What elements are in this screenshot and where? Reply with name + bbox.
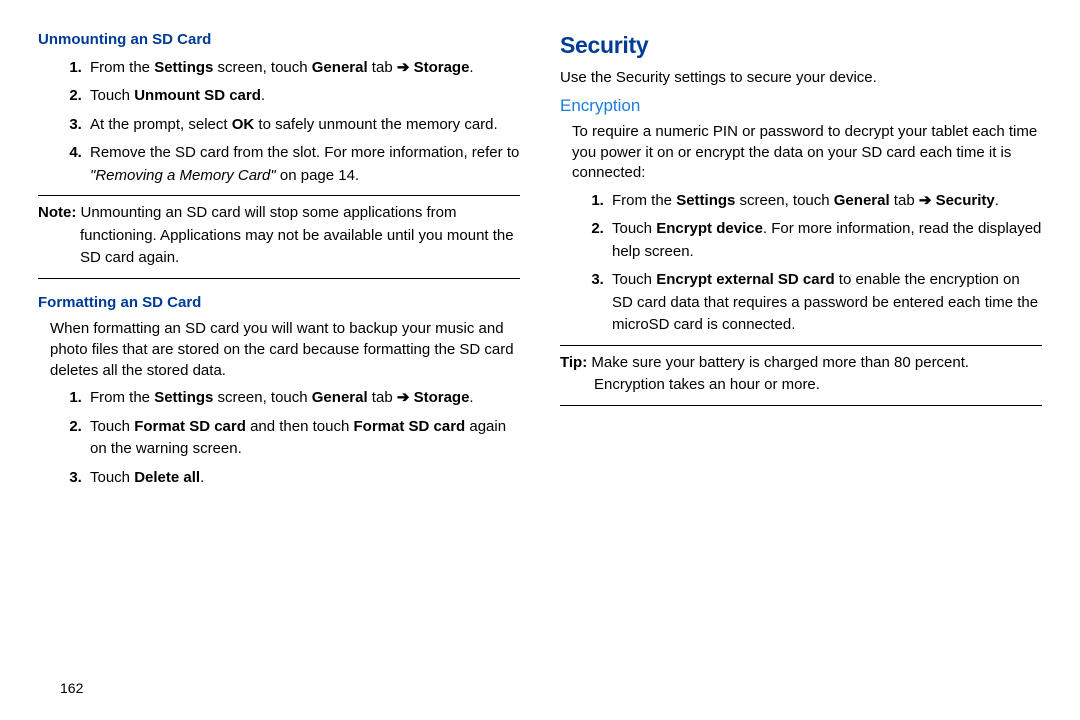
note-label: Note: (38, 204, 76, 221)
heading-encryption: Encryption (560, 94, 1042, 117)
list-item: At the prompt, select OK to safely unmou… (86, 114, 520, 137)
format-steps: From the Settings screen, touch General … (38, 387, 520, 489)
tip-body: Make sure your battery is charged more t… (587, 354, 969, 394)
arrow-icon: ➔ (397, 59, 410, 76)
page-columns: Unmounting an SD Card From the Settings … (38, 30, 1042, 497)
encryption-steps: From the Settings screen, touch General … (560, 190, 1042, 337)
list-item: From the Settings screen, touch General … (86, 57, 520, 80)
note-unmount: Note: Unmounting an SD card will stop so… (38, 195, 520, 279)
heading-unmount: Unmounting an SD Card (38, 30, 520, 51)
list-item: Remove the SD card from the slot. For mo… (86, 142, 520, 187)
list-item: From the Settings screen, touch General … (86, 387, 520, 410)
right-column: Security Use the Security settings to se… (560, 30, 1042, 497)
arrow-icon: ➔ (919, 192, 932, 209)
heading-security: Security (560, 30, 1042, 62)
tip-label: Tip: (560, 354, 587, 371)
list-item: Touch Encrypt external SD card to enable… (608, 269, 1042, 337)
format-intro: When formatting an SD card you will want… (38, 319, 520, 381)
left-column: Unmounting an SD Card From the Settings … (38, 30, 520, 497)
arrow-icon: ➔ (397, 389, 410, 406)
list-item: Touch Unmount SD card. (86, 85, 520, 108)
list-item: From the Settings screen, touch General … (608, 190, 1042, 213)
list-item: Touch Encrypt device. For more informati… (608, 218, 1042, 263)
list-item: Touch Format SD card and then touch Form… (86, 416, 520, 461)
note-body: Unmounting an SD card will stop some app… (76, 204, 513, 266)
encryption-intro: To require a numeric PIN or password to … (560, 122, 1042, 184)
list-item: Touch Delete all. (86, 467, 520, 490)
page-number: 162 (60, 680, 83, 696)
security-intro: Use the Security settings to secure your… (560, 68, 1042, 89)
heading-format: Formatting an SD Card (38, 293, 520, 314)
tip-encryption: Tip: Make sure your battery is charged m… (560, 345, 1042, 406)
unmount-steps: From the Settings screen, touch General … (38, 57, 520, 188)
